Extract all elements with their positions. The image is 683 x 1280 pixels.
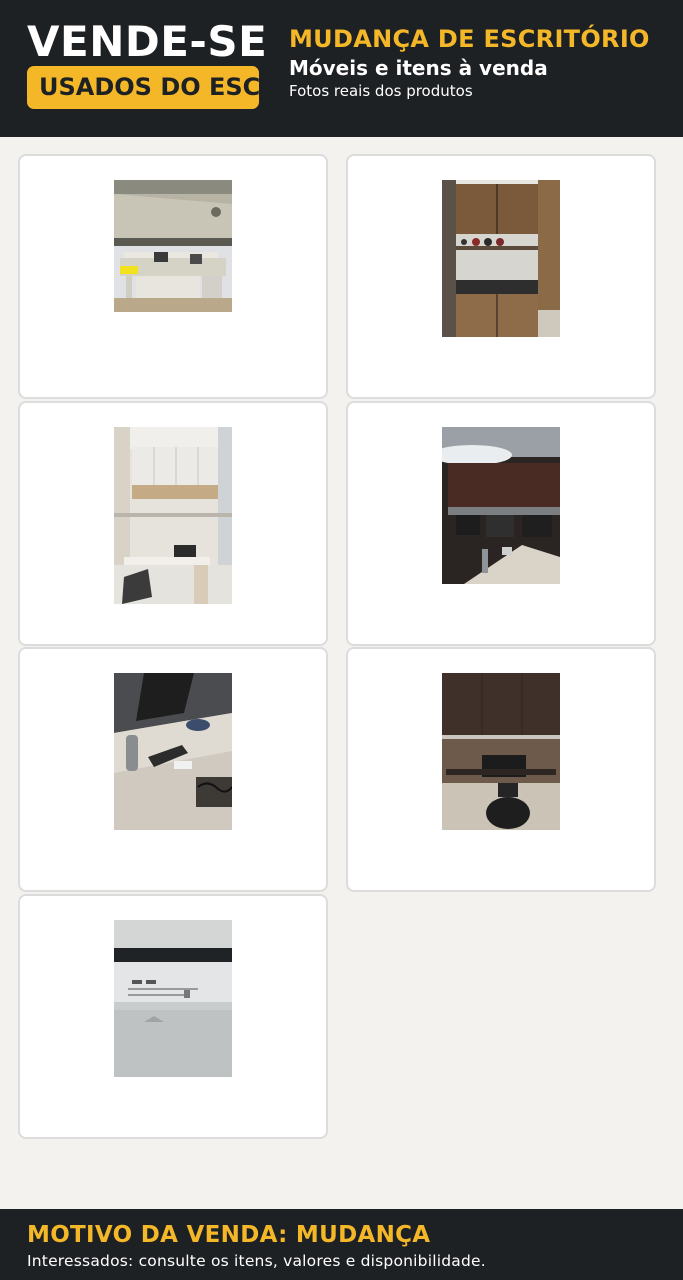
banner-note: Fotos reais dos produtos: [289, 82, 473, 100]
white-cabinet-desk-photo: [114, 427, 232, 604]
product-card[interactable]: [18, 154, 328, 399]
label-closeup-photo: [114, 920, 232, 1077]
banner-title: MUDANÇA DE ESCRITÓRIO: [289, 25, 650, 53]
workstations-photo: [442, 427, 560, 584]
footer-title: MOTIVO DA VENDA: MUDANÇA: [27, 1222, 431, 1248]
badge-label: USADOS DO ESCR: [39, 73, 259, 101]
desk-photo: [114, 180, 232, 312]
product-card[interactable]: [346, 401, 656, 646]
desk-closeup-photo: [114, 673, 232, 830]
product-card[interactable]: [18, 401, 328, 646]
footer-text: Interessados: consulte os itens, valores…: [27, 1252, 486, 1270]
headline: VENDE-SE: [27, 17, 268, 66]
wall-cabinet-photo: [442, 180, 560, 337]
product-card[interactable]: [346, 154, 656, 399]
dark-cabinet-desk-photo: [442, 673, 560, 830]
badge: USADOS DO ESCR: [27, 66, 259, 109]
footer-banner: MOTIVO DA VENDA: MUDANÇA Interessados: c…: [0, 1209, 683, 1280]
product-card[interactable]: [346, 647, 656, 892]
product-card[interactable]: [18, 647, 328, 892]
product-card[interactable]: [18, 894, 328, 1139]
banner-subtitle: Móveis e itens à venda: [289, 56, 548, 80]
header-banner: VENDE-SE USADOS DO ESCR MUDANÇA DE ESCRI…: [0, 0, 683, 137]
